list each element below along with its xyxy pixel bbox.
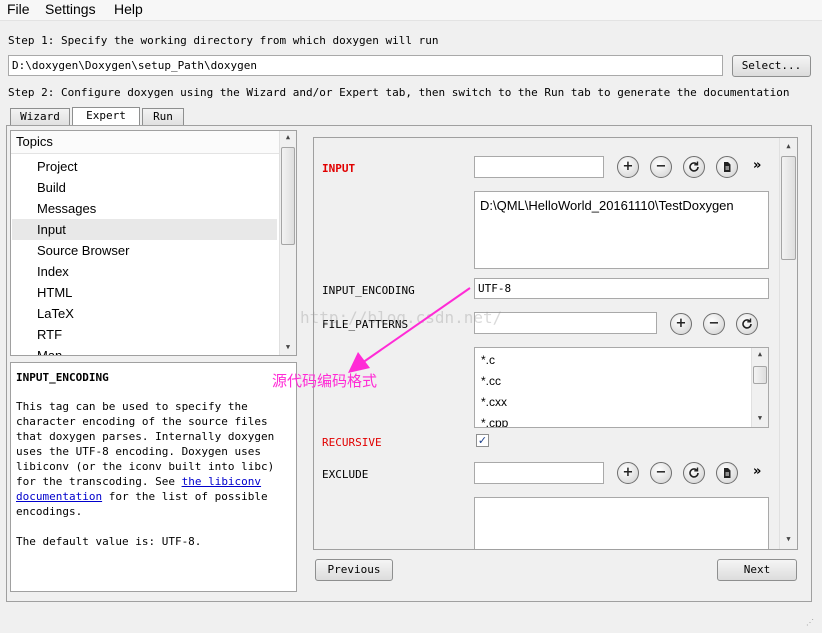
add-icon[interactable]: + — [617, 462, 639, 484]
exclude-label: EXCLUDE — [322, 468, 369, 481]
help-default-value: The default value is: UTF-8. — [16, 535, 202, 548]
menu-file[interactable]: File — [7, 1, 30, 17]
scroll-thumb[interactable] — [781, 156, 796, 260]
annotation-text: 源代码编码格式 — [272, 372, 378, 390]
scroll-down-icon[interactable]: ▼ — [752, 414, 768, 422]
help-description: This tag can be used to specify the char… — [16, 399, 291, 519]
input-add-field[interactable] — [474, 156, 604, 178]
topics-list: Topics Project Build Messages Input Sour… — [10, 130, 297, 356]
settings-scrollbar[interactable]: ▲ ▼ — [779, 138, 797, 549]
recursive-checkbox[interactable]: ✓ — [476, 434, 489, 447]
topics-scrollbar[interactable]: ▲ ▼ — [279, 131, 296, 355]
documentation-link[interactable]: documentation — [16, 490, 102, 503]
add-icon[interactable]: + — [670, 313, 692, 335]
remove-icon[interactable]: − — [650, 462, 672, 484]
topic-index[interactable]: Index — [37, 264, 69, 279]
select-directory-button[interactable]: Select... — [732, 55, 811, 77]
scroll-up-icon[interactable]: ▲ — [780, 142, 797, 150]
more-chevron-icon[interactable]: » — [753, 464, 761, 479]
input-list[interactable]: D:\QML\HelloWorld_20161110\TestDoxygen — [474, 191, 769, 269]
update-icon[interactable] — [683, 462, 705, 484]
more-chevron-icon[interactable]: » — [753, 158, 761, 173]
tab-run[interactable]: Run — [142, 108, 184, 126]
scroll-thumb[interactable] — [753, 366, 767, 384]
topic-man[interactable]: Man — [37, 348, 62, 355]
file-pattern-item[interactable]: *.c — [481, 353, 495, 367]
working-directory-value: D:\doxygen\Doxygen\setup_Path\doxygen — [12, 59, 258, 72]
scroll-down-icon[interactable]: ▼ — [780, 535, 797, 543]
topic-build[interactable]: Build — [37, 180, 66, 195]
libiconv-link[interactable]: the libiconv — [182, 475, 261, 488]
input-encoding-value: UTF-8 — [478, 282, 512, 295]
topic-latex[interactable]: LaTeX — [37, 306, 74, 321]
menu-settings[interactable]: Settings — [45, 1, 96, 17]
input-label: INPUT — [322, 162, 356, 175]
remove-icon[interactable]: − — [650, 156, 672, 178]
menu-bar: File Settings Help — [0, 0, 822, 21]
remove-icon[interactable]: − — [703, 313, 725, 335]
scroll-down-icon[interactable]: ▼ — [280, 343, 296, 351]
scroll-up-icon[interactable]: ▲ — [280, 133, 296, 141]
menu-help[interactable]: Help — [114, 1, 143, 17]
step1-instruction: Step 1: Specify the working directory fr… — [8, 34, 439, 47]
topic-input[interactable]: Input — [37, 222, 66, 237]
file-patterns-list[interactable]: *.c *.cc *.cxx *.cpp ▲ ▼ — [474, 347, 769, 428]
topic-messages[interactable]: Messages — [37, 201, 96, 216]
help-title: INPUT_ENCODING — [16, 371, 109, 384]
topic-rtf[interactable]: RTF — [37, 327, 62, 342]
topic-source-browser[interactable]: Source Browser — [37, 243, 129, 258]
file-pattern-item[interactable]: *.cxx — [481, 395, 507, 409]
exclude-add-field[interactable] — [474, 462, 604, 484]
working-directory-input[interactable]: D:\doxygen\Doxygen\setup_Path\doxygen — [8, 55, 723, 76]
file-icon[interactable] — [716, 156, 738, 178]
tab-wizard[interactable]: Wizard — [10, 108, 70, 126]
input-encoding-field[interactable]: UTF-8 — [474, 278, 769, 299]
topic-html[interactable]: HTML — [37, 285, 72, 300]
next-button[interactable]: Next — [717, 559, 797, 581]
recursive-label: RECURSIVE — [322, 436, 382, 449]
file-pattern-item[interactable]: *.cc — [481, 374, 501, 388]
update-icon[interactable] — [683, 156, 705, 178]
previous-button[interactable]: Previous — [315, 559, 393, 581]
step2-instruction: Step 2: Configure doxygen using the Wiza… — [8, 86, 790, 99]
input-list-item[interactable]: D:\QML\HelloWorld_20161110\TestDoxygen — [480, 198, 734, 213]
annotation-arrow-icon — [348, 287, 471, 373]
topics-header-label: Topics — [16, 134, 53, 149]
file-icon[interactable] — [716, 462, 738, 484]
update-icon[interactable] — [736, 313, 758, 335]
exclude-list[interactable] — [474, 497, 769, 549]
tab-expert[interactable]: Expert — [72, 107, 140, 126]
add-icon[interactable]: + — [617, 156, 639, 178]
resize-grip-icon[interactable]: ⋰ — [806, 618, 814, 627]
topic-project[interactable]: Project — [37, 159, 77, 174]
scroll-thumb[interactable] — [281, 147, 295, 245]
help-panel: INPUT_ENCODING This tag can be used to s… — [10, 362, 297, 592]
file-patterns-scrollbar[interactable]: ▲ ▼ — [751, 348, 768, 427]
topics-header: Topics — [11, 131, 281, 154]
scroll-up-icon[interactable]: ▲ — [752, 350, 768, 358]
file-pattern-item[interactable]: *.cpp — [481, 416, 508, 427]
